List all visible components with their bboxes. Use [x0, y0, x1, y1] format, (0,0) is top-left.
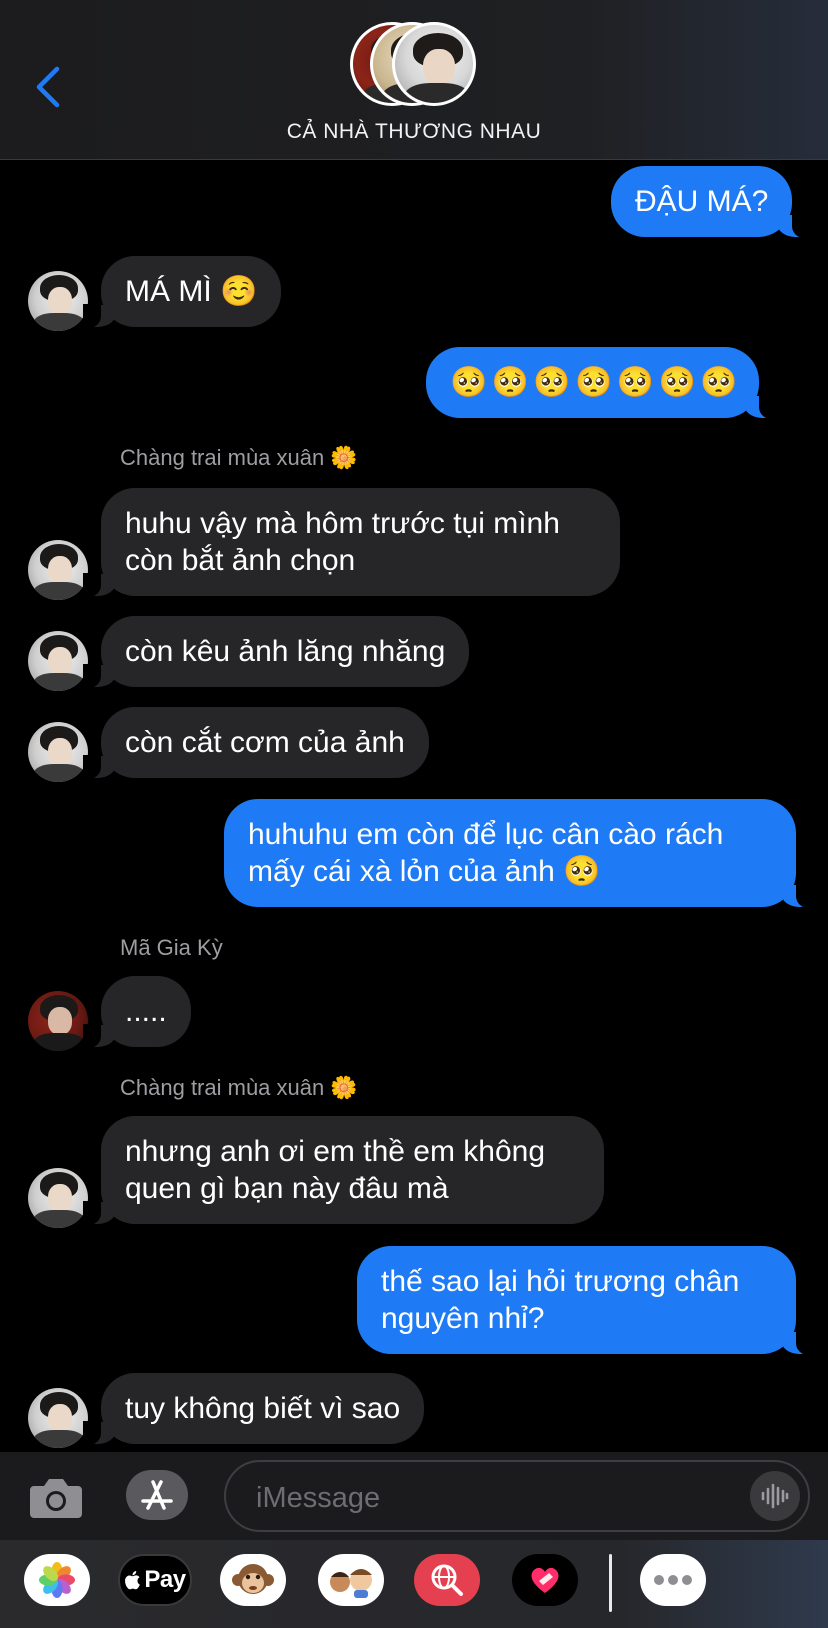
message-bubble-outgoing[interactable]: huhuhu em còn để lục cân cào rách mấy cá…: [224, 799, 814, 908]
monkey-icon: [232, 1564, 274, 1594]
conversation-header: CẢ NHÀ THƯƠNG NHAU: [0, 0, 828, 160]
back-button[interactable]: [30, 62, 66, 112]
apple-pay-label: Pay: [144, 1566, 186, 1593]
avatar[interactable]: [28, 1388, 88, 1448]
audio-waveform-icon: [761, 1483, 789, 1509]
message-bubble-incoming[interactable]: nhưng anh ơi em thề em không quen gì bạn…: [83, 1116, 604, 1225]
chevron-left-icon: [36, 66, 60, 108]
avatar[interactable]: [28, 1168, 88, 1228]
apple-logo-icon: [125, 1571, 141, 1590]
message-input-placeholder: iMessage: [256, 1482, 381, 1514]
camera-button[interactable]: [28, 1472, 84, 1522]
digital-touch-app-button[interactable]: [512, 1554, 578, 1606]
message-bubble-incoming[interactable]: còn kêu ảnh lăng nhăng: [82, 616, 470, 688]
drawer-divider: [609, 1554, 612, 1612]
message-bubble-incoming[interactable]: huhu vậy mà hôm trước tụi mình còn bắt ả…: [83, 488, 620, 597]
app-store-button[interactable]: [126, 1470, 188, 1520]
avatar[interactable]: [28, 991, 88, 1051]
more-apps-button[interactable]: [640, 1554, 706, 1606]
avatar[interactable]: [28, 722, 88, 782]
avatar[interactable]: [28, 540, 88, 600]
audio-message-button[interactable]: [750, 1471, 800, 1521]
ellipsis-icon: [654, 1575, 692, 1585]
memoji-icon: [330, 1569, 372, 1598]
group-name[interactable]: CẢ NHÀ THƯƠNG NHAU: [0, 120, 828, 144]
heart-hand-icon: [531, 1567, 559, 1593]
message-bubble-incoming[interactable]: còn cắt cơm của ảnh: [83, 707, 429, 779]
memoji-app-button[interactable]: [318, 1554, 384, 1606]
message-bubble-incoming[interactable]: .....: [83, 976, 191, 1048]
photos-app-button[interactable]: [24, 1554, 90, 1606]
animoji-app-button[interactable]: [220, 1554, 286, 1606]
apple-pay-app-button[interactable]: Pay: [118, 1554, 192, 1606]
sender-name: Chàng trai mùa xuân 🌼: [120, 445, 358, 470]
composer-bar: iMessage: [0, 1452, 828, 1540]
sender-name: Chàng trai mùa xuân 🌼: [120, 1075, 358, 1100]
app-drawer: Pay: [0, 1540, 828, 1628]
message-bubble-incoming[interactable]: MÁ MÌ ☺️: [82, 256, 282, 328]
member-avatar: [392, 22, 476, 106]
message-bubble-incoming[interactable]: tuy không biết vì sao: [82, 1373, 425, 1445]
app-store-icon: [141, 1480, 173, 1510]
message-bubble-outgoing[interactable]: thế sao lại hỏi trương chân nguyên nhỉ?: [357, 1246, 814, 1355]
avatar[interactable]: [28, 631, 88, 691]
message-bubble-outgoing[interactable]: 🥺 🥺 🥺 🥺 🥺 🥺 🥺: [426, 347, 778, 419]
sender-name: Mã Gia Kỳ: [120, 935, 223, 960]
camera-icon: [30, 1479, 82, 1518]
group-avatar-stack[interactable]: [350, 22, 480, 108]
image-search-app-button[interactable]: [414, 1554, 480, 1606]
message-bubble-outgoing[interactable]: ĐẬU MÁ?: [611, 166, 811, 238]
photos-icon: [39, 1562, 75, 1598]
globe-search-icon: [431, 1564, 463, 1596]
message-input[interactable]: iMessage: [224, 1460, 810, 1532]
avatar[interactable]: [28, 271, 88, 331]
